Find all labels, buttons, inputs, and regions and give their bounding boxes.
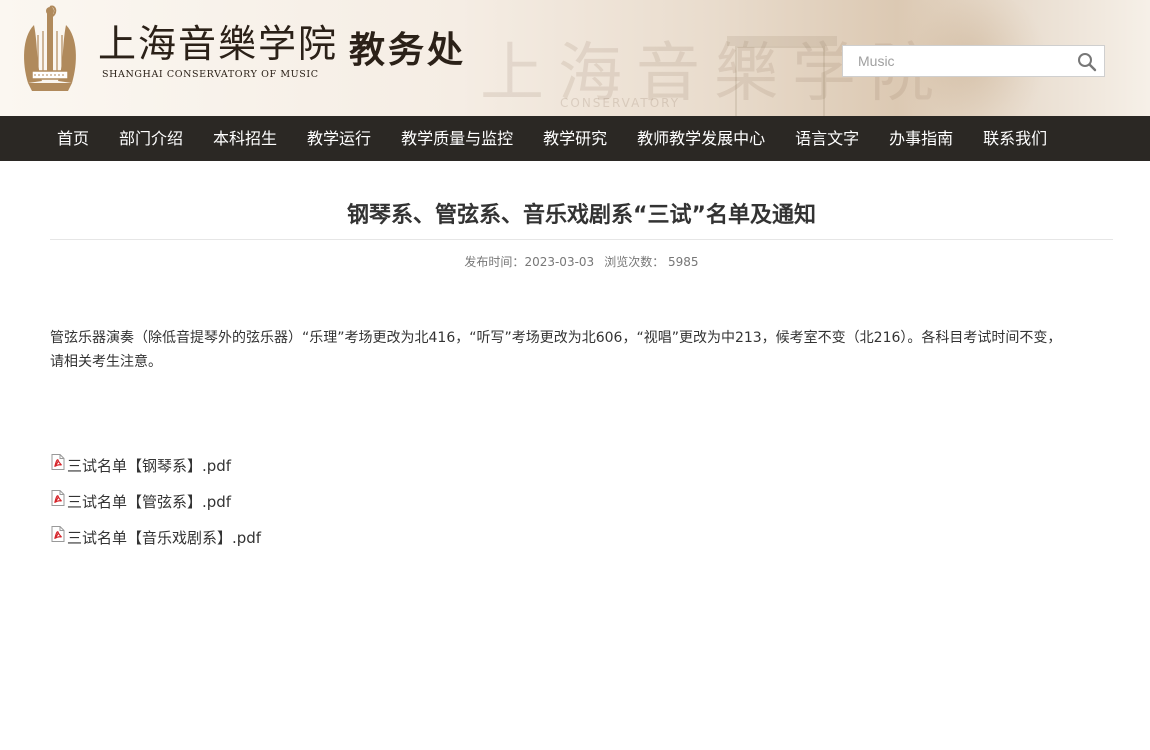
logo-english-name[interactable]: SHANGHAI CONSERVATORY OF MUSIC <box>102 69 319 80</box>
body-paragraph-line: 请相关考生注意。 <box>50 354 162 370</box>
attachment-list: 三试名单【钢琴系】.pdf 三试名单【管弦系】.pdf 三试名单【音乐戏剧系】.… <box>51 452 261 560</box>
nav-item-quality-monitoring[interactable]: 教学质量与监控 <box>386 116 528 161</box>
publish-date: 2023-03-03 <box>524 255 595 269</box>
views-count: 5985 <box>668 255 699 269</box>
site-name[interactable]: 教务处 <box>349 29 466 73</box>
search-icon[interactable] <box>1077 52 1097 72</box>
publish-label: 发布时间： <box>464 255 525 269</box>
main-nav: 首页 部门介绍 本科招生 教学运行 教学质量与监控 教学研究 教师教学发展中心 … <box>0 116 1150 161</box>
logo-chinese-name[interactable]: 上海音樂学院 <box>98 20 338 68</box>
header-background-subtitle: CONSERVATORY <box>560 96 681 110</box>
body-paragraph-line: 管弦乐器演奏（除低音提琴外的弦乐器）“乐理”考场更改为北416，“听写”考场更改… <box>50 330 1062 346</box>
nav-item-guide[interactable]: 办事指南 <box>874 116 968 161</box>
title-divider <box>50 239 1113 240</box>
article-meta: 发布时间：2023-03-03 浏览次数： 5985 <box>50 253 1113 271</box>
pdf-icon <box>51 526 65 542</box>
pdf-icon <box>51 490 65 506</box>
search-input[interactable] <box>843 46 1071 76</box>
attachment-link-orchestral[interactable]: 三试名单【管弦系】.pdf <box>51 488 261 514</box>
search-box <box>842 45 1105 77</box>
nav-item-teaching-operations[interactable]: 教学运行 <box>292 116 386 161</box>
nav-item-admissions[interactable]: 本科招生 <box>198 116 292 161</box>
site-header: 上海音樂学院 CONSERVATORY 上海音樂学院 SHANGHAI CONS… <box>0 0 1150 116</box>
attachment-label[interactable]: 三试名单【音乐戏剧系】.pdf <box>67 527 261 548</box>
nav-item-faculty-development[interactable]: 教师教学发展中心 <box>622 116 780 161</box>
nav-item-language[interactable]: 语言文字 <box>780 116 874 161</box>
attachment-label[interactable]: 三试名单【管弦系】.pdf <box>67 491 231 512</box>
nav-item-department[interactable]: 部门介绍 <box>104 116 198 161</box>
attachment-link-musical-theatre[interactable]: 三试名单【音乐戏剧系】.pdf <box>51 524 261 550</box>
article-title: 钢琴系、管弦系、音乐戏剧系“三试”名单及通知 <box>347 203 816 228</box>
nav-item-teaching-research[interactable]: 教学研究 <box>528 116 622 161</box>
nav-item-contact[interactable]: 联系我们 <box>968 116 1062 161</box>
header-background-building <box>727 36 837 116</box>
views-label: 浏览次数： <box>604 255 665 269</box>
attachment-link-piano[interactable]: 三试名单【钢琴系】.pdf <box>51 452 261 478</box>
pdf-icon <box>51 454 65 470</box>
lyre-logo-icon[interactable] <box>20 5 80 95</box>
attachment-label[interactable]: 三试名单【钢琴系】.pdf <box>67 455 231 476</box>
article-body: 管弦乐器演奏（除低音提琴外的弦乐器）“乐理”考场更改为北416，“听写”考场更改… <box>50 326 1110 374</box>
nav-item-home[interactable]: 首页 <box>42 116 104 161</box>
